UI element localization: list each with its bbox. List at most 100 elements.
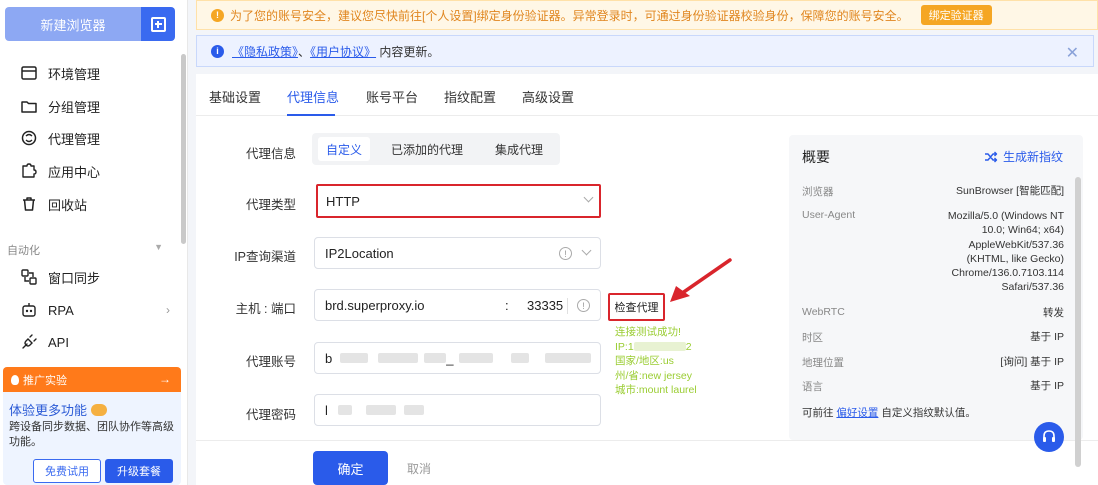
mode-custom[interactable]: 自定义	[318, 137, 370, 161]
active-tab-indicator	[287, 114, 335, 116]
result-ip-suffix: 2	[685, 340, 692, 353]
section-automation[interactable]: 自动化 ▼	[7, 242, 167, 258]
proxy-type-label: 代理类型	[245, 198, 296, 212]
bind-authenticator-button[interactable]: 绑定验证器	[920, 5, 992, 25]
proxy-account-input[interactable]: b _	[314, 342, 601, 374]
host-port-label: 主机 : 端口	[235, 302, 296, 316]
sidebar-item-label: 应用中心	[48, 164, 101, 180]
mode-integrated-proxy[interactable]: 集成代理	[484, 137, 554, 161]
sidebar-item-label: 窗口同步	[48, 270, 101, 286]
mode-added-proxy[interactable]: 已添加的代理	[382, 137, 472, 161]
user-agreement-link[interactable]: 《用户协议》	[310, 45, 376, 59]
sidebar-item-rpa[interactable]: RPA ›	[20, 298, 170, 322]
policy-update-banner: i 《隐私政策》、《用户协议》 内容更新。 ✕	[196, 35, 1094, 67]
policy-text: 《隐私政策》、《用户协议》 内容更新。	[232, 43, 439, 60]
summary-value: Mozilla/5.0 (Windows NT 10.0; Win64; x64…	[947, 210, 1064, 294]
account-mid: _	[446, 350, 454, 366]
sidebar-scrollbar[interactable]	[181, 54, 186, 244]
check-result: 连接测试成功! IP:1 2 国家/地区:us 州/省:new jersey 城市…	[615, 325, 697, 398]
ip-channel-select[interactable]: IP2Location !	[314, 237, 601, 269]
result-ip-prefix: IP:1	[615, 340, 634, 353]
tab-proxy[interactable]: 代理信息	[287, 87, 339, 106]
proxy-mode-switch: 自定义 已添加的代理 集成代理	[312, 133, 560, 165]
chevron-down-icon	[581, 245, 592, 256]
puzzle-icon	[22, 163, 37, 178]
port-separator: :	[505, 298, 509, 313]
sidebar-item-trash[interactable]: 回收站	[20, 192, 170, 216]
sidebar-item-window-sync[interactable]: 窗口同步	[20, 265, 170, 289]
proxy-icon	[21, 130, 37, 146]
footer-divider	[196, 440, 1098, 441]
sidebar-item-env[interactable]: 环境管理	[20, 61, 170, 85]
redacted-block	[365, 405, 396, 415]
summary-value: 基于 IP	[1030, 331, 1064, 343]
redacted-block	[403, 405, 424, 415]
tab-fingerprint[interactable]: 指纹配置	[444, 87, 496, 106]
host-port-input[interactable]: brd.superproxy.io : 33335 !	[314, 289, 601, 321]
check-proxy-button[interactable]: 检查代理	[608, 293, 665, 321]
sidebar-item-apps[interactable]: 应用中心	[20, 159, 170, 183]
main-scrollbar[interactable]	[1075, 177, 1081, 467]
folder-icon	[21, 101, 37, 113]
sidebar-item-label: RPA	[48, 302, 74, 318]
headset-icon	[1043, 430, 1055, 442]
preferences-link[interactable]: 偏好设置	[836, 407, 878, 419]
help-icon[interactable]: !	[559, 247, 572, 260]
regenerate-fingerprint-button[interactable]: 生成新指纹	[984, 148, 1063, 165]
host-value: brd.superproxy.io	[325, 297, 425, 313]
summary-key: WebRTC	[802, 306, 845, 318]
help-icon[interactable]: !	[577, 299, 590, 312]
redacted-block	[424, 353, 447, 363]
summary-key: 浏览器	[802, 186, 834, 198]
quick-add-button[interactable]	[141, 7, 175, 41]
summary-panel: 概要 生成新指纹 浏览器 SunBrowser [智能匹配] User-Agen…	[789, 135, 1083, 440]
tab-account-platform[interactable]: 账号平台	[366, 87, 418, 106]
ip-channel-label: IP查询渠道	[234, 250, 296, 264]
proxy-info-label: 代理信息	[245, 147, 296, 161]
sidebar-item-label: API	[48, 334, 69, 350]
proxy-account-label: 代理账号	[245, 355, 296, 369]
window-icon	[21, 66, 37, 80]
tab-basic[interactable]: 基础设置	[209, 87, 261, 106]
sidebar-item-api[interactable]: API	[20, 330, 170, 354]
result-line: 国家/地区:us	[615, 355, 674, 367]
promo-bar-label: 推广实验	[23, 374, 67, 387]
redacted-block	[459, 353, 494, 363]
caret-down-icon: ▼	[154, 242, 163, 252]
tab-advanced[interactable]: 高级设置	[522, 87, 574, 106]
sidebar: 新建浏览器 环境管理 分组管理 代理管理 应用中心 回收站 自动化 ▼ 窗口同步…	[0, 0, 188, 485]
password-value: l	[325, 402, 328, 418]
proxy-password-input[interactable]: l	[314, 394, 601, 426]
annotation-arrow-icon	[670, 258, 732, 302]
sidebar-item-proxy[interactable]: 代理管理	[20, 126, 170, 150]
close-icon[interactable]: ✕	[1066, 43, 1079, 63]
redacted-block	[633, 342, 686, 352]
support-button[interactable]	[1034, 422, 1064, 452]
section-label: 自动化	[7, 245, 40, 257]
summary-value: 基于 IP	[1030, 380, 1064, 392]
ip-channel-value: IP2Location	[325, 245, 394, 261]
redacted-block	[337, 405, 352, 415]
new-browser-button[interactable]: 新建浏览器	[5, 7, 141, 41]
account-value: b	[325, 350, 333, 366]
promo-title: 体验更多功能	[9, 400, 108, 419]
security-warning-banner: ! 为了您的账号安全，建议您尽快前往[个人设置]绑定身份验证器。异常登录时，可通…	[196, 0, 1098, 30]
sidebar-item-group[interactable]: 分组管理	[20, 94, 170, 118]
promo-bar[interactable]: 推广实验 →	[3, 367, 181, 392]
regenerate-label: 生成新指纹	[1002, 150, 1063, 164]
result-line: 城市:mount laurel	[615, 384, 697, 396]
arrow-right-icon: →	[159, 372, 171, 386]
confirm-button[interactable]: 确定	[313, 451, 388, 485]
summary-key: 地理位置	[802, 357, 844, 369]
privacy-policy-link[interactable]: 《隐私政策》	[232, 45, 298, 59]
upgrade-button[interactable]: 升级套餐	[105, 459, 173, 483]
result-line: 州/省:new jersey	[615, 369, 693, 382]
redacted-block	[545, 353, 592, 363]
free-trial-button[interactable]: 免费试用	[33, 459, 101, 483]
redacted-block	[340, 353, 369, 363]
footer-suffix: 自定义指纹默认值。	[881, 407, 976, 419]
cancel-button[interactable]: 取消	[407, 460, 431, 477]
separator: 、	[298, 44, 311, 59]
shuffle-icon	[984, 151, 998, 162]
gift-icon	[91, 403, 108, 416]
